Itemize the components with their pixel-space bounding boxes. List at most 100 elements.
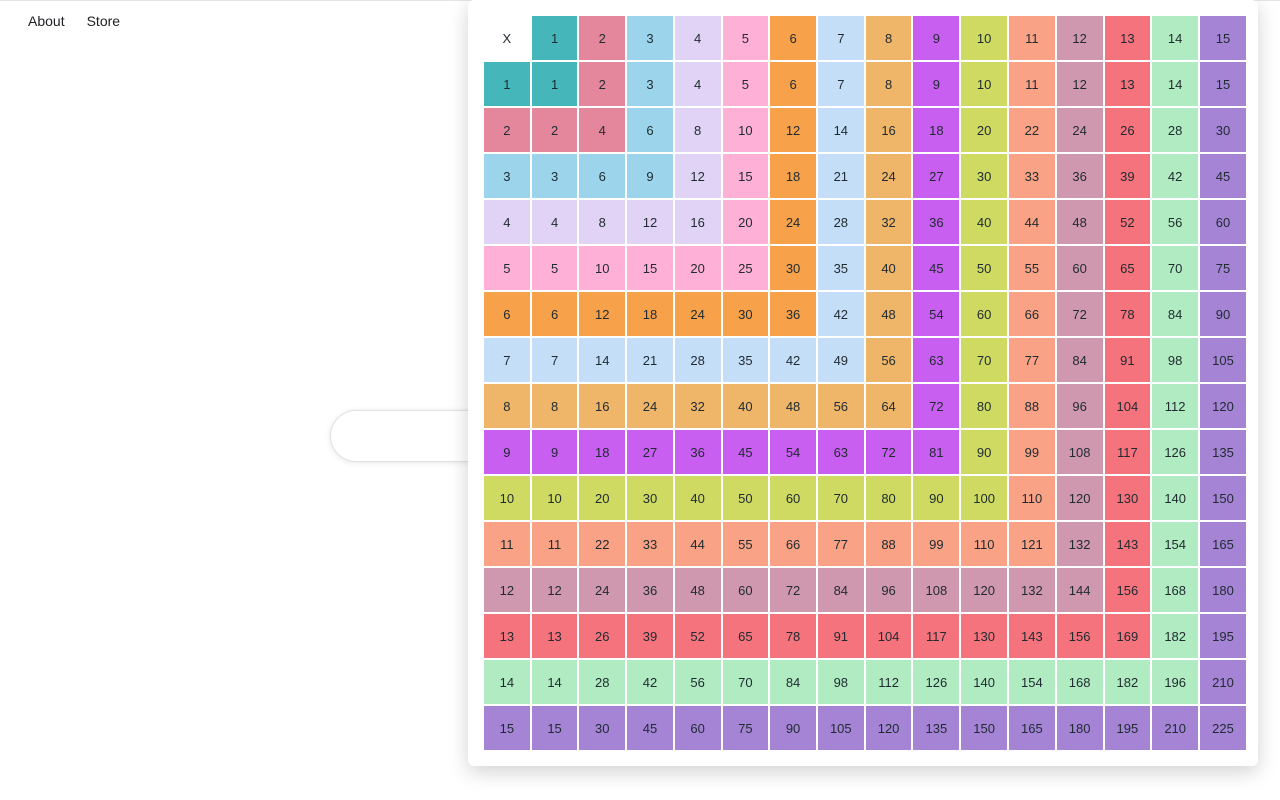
table-cell: 105 xyxy=(818,706,864,750)
table-cell: 120 xyxy=(866,706,912,750)
table-cell: 27 xyxy=(627,430,673,474)
col-header: 3 xyxy=(627,16,673,60)
table-cell: 70 xyxy=(961,338,1007,382)
table-cell: 55 xyxy=(723,522,769,566)
table-cell: 52 xyxy=(1105,200,1151,244)
table-cell: 11 xyxy=(532,522,578,566)
table-cell: 104 xyxy=(1105,384,1151,428)
table-cell: 28 xyxy=(579,660,625,704)
table-cell: 30 xyxy=(627,476,673,520)
table-cell: 81 xyxy=(913,430,959,474)
table-cell: 30 xyxy=(723,292,769,336)
table-cell: 36 xyxy=(770,292,816,336)
table-cell: 8 xyxy=(866,62,912,106)
table-cell: 42 xyxy=(770,338,816,382)
table-cell: 26 xyxy=(1105,108,1151,152)
table-cell: 182 xyxy=(1105,660,1151,704)
table-cell: 156 xyxy=(1105,568,1151,612)
table-cell: 91 xyxy=(818,614,864,658)
table-cell: 132 xyxy=(1057,522,1103,566)
table-cell: 180 xyxy=(1200,568,1246,612)
nav-about[interactable]: About xyxy=(28,13,65,29)
table-cell: 135 xyxy=(1200,430,1246,474)
table-cell: 16 xyxy=(675,200,721,244)
table-cell: 112 xyxy=(866,660,912,704)
table-cell: 156 xyxy=(1057,614,1103,658)
table-cell: 6 xyxy=(627,108,673,152)
col-header: 6 xyxy=(770,16,816,60)
row-header: 12 xyxy=(484,568,530,612)
table-cell: 210 xyxy=(1200,660,1246,704)
row-header: 15 xyxy=(484,706,530,750)
table-cell: 56 xyxy=(675,660,721,704)
table-cell: 2 xyxy=(532,108,578,152)
table-cell: 33 xyxy=(627,522,673,566)
table-cell: 108 xyxy=(913,568,959,612)
table-cell: 52 xyxy=(675,614,721,658)
table-cell: 130 xyxy=(961,614,1007,658)
table-cell: 150 xyxy=(961,706,1007,750)
table-cell: 22 xyxy=(579,522,625,566)
table-cell: 130 xyxy=(1105,476,1151,520)
table-cell: 225 xyxy=(1200,706,1246,750)
table-cell: 48 xyxy=(866,292,912,336)
table-cell: 78 xyxy=(770,614,816,658)
table-cell: 80 xyxy=(961,384,1007,428)
table-cell: 5 xyxy=(723,62,769,106)
table-cell: 12 xyxy=(1057,62,1103,106)
table-cell: 90 xyxy=(961,430,1007,474)
table-cell: 70 xyxy=(1152,246,1198,290)
table-cell: 12 xyxy=(532,568,578,612)
table-cell: 8 xyxy=(532,384,578,428)
table-cell: 15 xyxy=(1200,62,1246,106)
row-header: 1 xyxy=(484,62,530,106)
table-cell: 24 xyxy=(866,154,912,198)
table-cell: 35 xyxy=(723,338,769,382)
table-cell: 12 xyxy=(675,154,721,198)
table-cell: 104 xyxy=(866,614,912,658)
table-cell: 84 xyxy=(818,568,864,612)
table-cell: 45 xyxy=(913,246,959,290)
table-cell: 15 xyxy=(723,154,769,198)
table-cell: 60 xyxy=(961,292,1007,336)
table-cell: 36 xyxy=(1057,154,1103,198)
table-cell: 36 xyxy=(675,430,721,474)
multiplication-table: X123456789101112131415112345678910111213… xyxy=(482,14,1248,752)
table-cell: 13 xyxy=(1105,62,1151,106)
table-cell: 20 xyxy=(579,476,625,520)
table-cell: 60 xyxy=(675,706,721,750)
table-cell: 66 xyxy=(770,522,816,566)
table-cell: 24 xyxy=(1057,108,1103,152)
table-cell: 10 xyxy=(579,246,625,290)
table-cell: 12 xyxy=(627,200,673,244)
table-cell: 98 xyxy=(1152,338,1198,382)
table-cell: 18 xyxy=(913,108,959,152)
table-cell: 4 xyxy=(675,62,721,106)
table-cell: 28 xyxy=(1152,108,1198,152)
row-header: 3 xyxy=(484,154,530,198)
table-cell: 70 xyxy=(723,660,769,704)
col-header: 10 xyxy=(961,16,1007,60)
table-cell: 117 xyxy=(1105,430,1151,474)
table-cell: 54 xyxy=(770,430,816,474)
table-cell: 50 xyxy=(723,476,769,520)
table-cell: 27 xyxy=(913,154,959,198)
table-cell: 12 xyxy=(579,292,625,336)
table-cell: 24 xyxy=(579,568,625,612)
nav-store[interactable]: Store xyxy=(87,13,120,29)
table-cell: 6 xyxy=(532,292,578,336)
table-cell: 117 xyxy=(913,614,959,658)
table-cell: 50 xyxy=(961,246,1007,290)
table-cell: 110 xyxy=(1009,476,1055,520)
table-cell: 60 xyxy=(723,568,769,612)
col-header: 7 xyxy=(818,16,864,60)
table-cell: 72 xyxy=(1057,292,1103,336)
col-header: 13 xyxy=(1105,16,1151,60)
table-cell: 45 xyxy=(627,706,673,750)
row-header: 6 xyxy=(484,292,530,336)
table-cell: 63 xyxy=(818,430,864,474)
table-cell: 14 xyxy=(579,338,625,382)
table-cell: 16 xyxy=(579,384,625,428)
table-cell: 18 xyxy=(579,430,625,474)
table-cell: 140 xyxy=(961,660,1007,704)
